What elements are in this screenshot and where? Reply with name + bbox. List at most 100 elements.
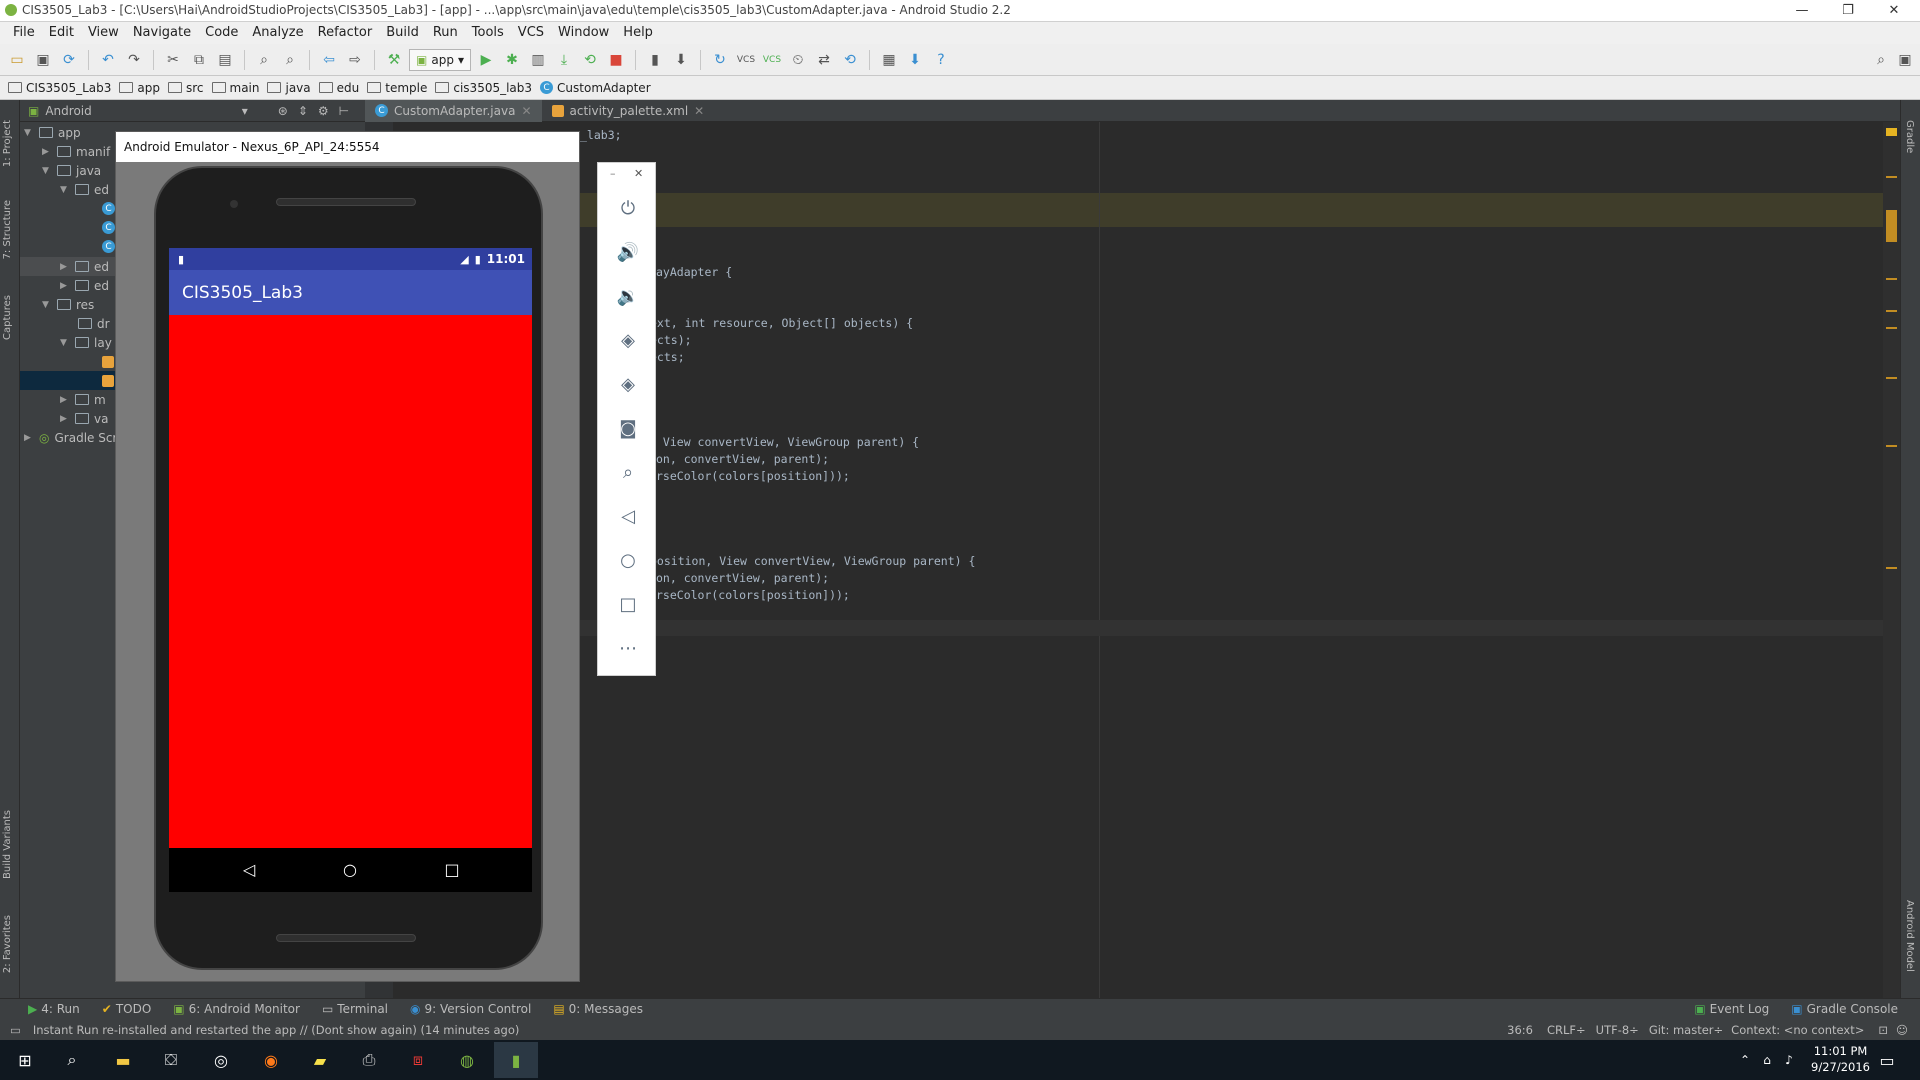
tool-tab-android-monitor[interactable]: ▣ 6: Android Monitor: [173, 1002, 300, 1016]
profile-icon[interactable]: ▥: [527, 49, 549, 71]
tree-item-class[interactable]: C: [102, 218, 115, 237]
tree-item-mipmap[interactable]: ▶ m: [60, 390, 106, 409]
vcs-history-icon[interactable]: ⏲: [787, 49, 809, 71]
emulator-taskbar-icon[interactable]: ▮: [494, 1042, 538, 1078]
menu-navigate[interactable]: Navigate: [126, 22, 198, 44]
apply-changes-icon[interactable]: ⟲: [579, 49, 601, 71]
tree-item-layout[interactable]: ▼ lay: [60, 333, 112, 352]
menu-code[interactable]: Code: [198, 22, 245, 44]
tab-custom-adapter[interactable]: C CustomAdapter.java ✕: [365, 99, 542, 122]
close-button[interactable]: ✕: [1872, 0, 1916, 22]
tree-item-app[interactable]: ▼ app: [24, 123, 81, 142]
rotate-left-icon[interactable]: ◈: [615, 327, 641, 353]
tool-tab-structure[interactable]: 7: Structure: [2, 200, 13, 259]
close-tab-icon[interactable]: ✕: [521, 104, 531, 118]
git-branch[interactable]: Git: master÷: [1649, 1023, 1723, 1037]
scroll-thumb[interactable]: [1886, 210, 1897, 242]
replace-icon[interactable]: ⌕: [279, 49, 301, 71]
sync-icon[interactable]: ⟳: [58, 49, 80, 71]
clock[interactable]: 11:01 PM 9/27/2016: [1811, 1043, 1870, 1075]
tree-item-class[interactable]: C: [102, 237, 115, 256]
tree-item-package[interactable]: ▶ ed: [60, 276, 109, 295]
menu-tools[interactable]: Tools: [465, 22, 511, 44]
menu-refactor[interactable]: Refactor: [311, 22, 380, 44]
caret-position[interactable]: 36:6: [1507, 1023, 1533, 1037]
paste-icon[interactable]: ▤: [214, 49, 236, 71]
tool-tab-build-variants[interactable]: Build Variants: [2, 810, 13, 879]
tree-item-values[interactable]: ▶ va: [60, 409, 108, 428]
maximize-button[interactable]: ❐: [1826, 0, 1870, 22]
close-tab-icon[interactable]: ✕: [694, 104, 704, 118]
more-icon[interactable]: ⋯: [615, 635, 641, 661]
chrome-icon[interactable]: ◎: [206, 1046, 236, 1074]
tree-item-package[interactable]: ▼ ed: [60, 180, 109, 199]
device-monitor-icon[interactable]: ⬇: [904, 49, 926, 71]
crumb-temple[interactable]: temple: [367, 81, 427, 95]
tree-item-java[interactable]: ▼ java: [42, 161, 101, 180]
lock-icon[interactable]: ⊡: [1878, 1023, 1888, 1037]
tree-item-class[interactable]: C: [102, 199, 115, 218]
volume-icon[interactable]: ♪: [1774, 1046, 1804, 1074]
tool-tab-version-control[interactable]: ◉ 9: Version Control: [410, 1002, 531, 1016]
undo-icon[interactable]: ↶: [97, 49, 119, 71]
collapse-all-icon[interactable]: ⇕: [298, 104, 308, 118]
vcs-push-icon[interactable]: VCS: [761, 49, 783, 71]
nav-recents-icon[interactable]: □: [442, 860, 462, 879]
menu-build[interactable]: Build: [379, 22, 426, 44]
cut-icon[interactable]: ✂: [162, 49, 184, 71]
tool-tab-gradle-console[interactable]: ▣ Gradle Console: [1791, 1002, 1898, 1016]
tree-item-gradle-scripts[interactable]: ▶ ◎ Gradle Scr: [24, 428, 117, 447]
volume-up-icon[interactable]: 🔊: [615, 239, 641, 265]
status-toggle-icon[interactable]: ▭: [10, 1023, 21, 1037]
menu-help[interactable]: Help: [616, 22, 660, 44]
menu-analyze[interactable]: Analyze: [245, 22, 310, 44]
scroll-from-source-icon[interactable]: ⊛: [278, 104, 288, 118]
search-icon[interactable]: ⌕: [57, 1046, 87, 1074]
run-config-select[interactable]: ▣ app ▾: [409, 48, 471, 71]
minimize-button[interactable]: —: [1780, 0, 1824, 22]
close-icon[interactable]: ✕: [634, 167, 643, 180]
tree-item-drawable[interactable]: dr: [78, 314, 110, 333]
tool-tab-terminal[interactable]: ▭ Terminal: [322, 1002, 388, 1016]
run-icon[interactable]: ▶: [475, 49, 497, 71]
tab-activity-palette[interactable]: activity_palette.xml ✕: [542, 100, 715, 122]
crumb-package[interactable]: cis3505_lab3: [435, 81, 532, 95]
gear-icon[interactable]: ⚙: [318, 104, 329, 118]
copy-icon[interactable]: ⧉: [188, 49, 210, 71]
menu-view[interactable]: View: [81, 22, 126, 44]
volume-down-icon[interactable]: 🔉: [615, 283, 641, 309]
tool-tab-android-model[interactable]: Android Model: [1904, 900, 1915, 972]
line-separator[interactable]: CRLF÷: [1547, 1023, 1586, 1037]
windows-start-icon[interactable]: ⊞: [10, 1046, 40, 1074]
debug-icon[interactable]: ✱: [501, 49, 523, 71]
tool-tab-todo[interactable]: ✔ TODO: [102, 1002, 152, 1016]
forward-icon[interactable]: ⇨: [344, 49, 366, 71]
back-icon[interactable]: ◁: [615, 503, 641, 529]
stop-icon[interactable]: ■: [605, 49, 627, 71]
vcs-revert-icon[interactable]: ⟲: [839, 49, 861, 71]
vcs-commit-icon[interactable]: VCS: [735, 49, 757, 71]
screenshot-icon[interactable]: ◙: [615, 415, 641, 441]
project-structure-icon[interactable]: ▦: [878, 49, 900, 71]
layout-icon[interactable]: ▣: [1894, 49, 1916, 71]
crumb-project[interactable]: CIS3505_Lab3: [8, 81, 111, 95]
home-icon[interactable]: ○: [615, 547, 641, 573]
back-icon[interactable]: ⇦: [318, 49, 340, 71]
tree-item-manifests[interactable]: ▶ manif: [42, 142, 110, 161]
acrobat-icon[interactable]: ⧈: [403, 1046, 433, 1074]
tree-item-layout-file[interactable]: [102, 352, 114, 371]
android-studio-icon[interactable]: ◍: [452, 1046, 482, 1074]
menu-file[interactable]: File: [6, 22, 42, 44]
menu-vcs[interactable]: VCS: [511, 22, 551, 44]
crumb-class[interactable]: C CustomAdapter: [540, 81, 651, 95]
crumb-java[interactable]: java: [267, 81, 311, 95]
file-explorer-icon[interactable]: ▬: [108, 1046, 138, 1074]
tree-item-res[interactable]: ▼ res: [42, 295, 94, 314]
hector-icon[interactable]: ☺: [1896, 1023, 1908, 1037]
search-everywhere-icon[interactable]: ⌕: [1870, 49, 1892, 71]
device-screen[interactable]: ▮ ◢ ▮ 11:01 CIS3505_Lab3 ◁ ○ □: [169, 248, 532, 892]
tool-tab-messages[interactable]: ▤ 0: Messages: [553, 1002, 643, 1016]
chevron-down-icon[interactable]: ▾: [242, 104, 248, 118]
power-icon[interactable]: ⏻: [615, 195, 641, 221]
find-icon[interactable]: ⌕: [253, 49, 275, 71]
